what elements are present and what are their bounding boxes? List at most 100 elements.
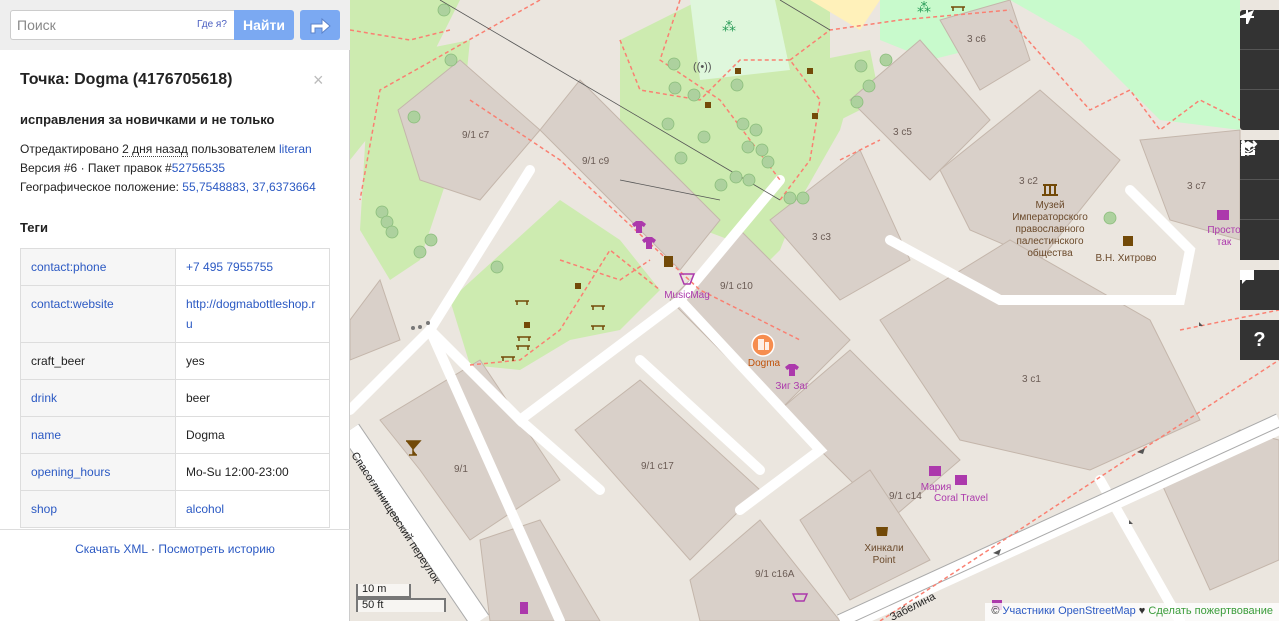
download-xml-link[interactable]: Скачать XML: [75, 542, 148, 556]
travel-agency-icon: [955, 475, 967, 485]
tag-value[interactable]: http://dogmabottleshop.ru: [175, 285, 330, 343]
heart-icon: ♥: [1135, 605, 1149, 617]
building-label: 9/1 с16А: [755, 569, 795, 580]
changeset-link[interactable]: 52756535: [172, 161, 225, 175]
building-label: 9/1 с10: [720, 281, 753, 292]
share-button[interactable]: [1240, 140, 1279, 260]
poi-label: Point: [873, 555, 896, 566]
add-note-button[interactable]: [1240, 270, 1279, 310]
poi-label: Dogma: [748, 358, 781, 369]
building-label: 3 с5: [893, 127, 912, 138]
tag-value: Mo-Su 12:00-23:00: [175, 453, 330, 491]
tag-value: beer: [175, 379, 330, 417]
tag-key: craft_beer: [20, 342, 176, 380]
sidebar: Где я? Найти Точка: Dogma (4176705618) ×…: [0, 0, 350, 621]
antenna-icon: ((•)): [693, 61, 712, 73]
poi-label: так: [1217, 237, 1232, 248]
waste-basket-icon: [664, 256, 673, 267]
edited-line: Отредактировано 2 дня назад пользователе…: [20, 142, 312, 157]
poi-label: Музей: [1035, 200, 1064, 211]
table-row: name Dogma: [20, 416, 330, 454]
building-label: 3 с6: [967, 34, 986, 45]
tag-key[interactable]: opening_hours: [20, 453, 176, 491]
footer-links: Скачать XML · Посмотреть историю: [0, 542, 350, 556]
locate-button[interactable]: [1240, 10, 1279, 130]
map-tools: [1240, 140, 1279, 260]
poi-label: Императорского: [1012, 212, 1088, 223]
donate-link[interactable]: Сделать пожертвование: [1148, 605, 1273, 617]
directions-button[interactable]: [300, 10, 340, 40]
tags-heading: Теги: [20, 220, 48, 235]
gift-shop-icon: [1217, 210, 1229, 220]
tag-value[interactable]: +7 495 7955755: [175, 248, 330, 286]
view-history-link[interactable]: Посмотреть историю: [158, 542, 275, 556]
zoom-out-button[interactable]: [1240, 16, 1279, 90]
table-row: drink beer: [20, 379, 330, 417]
poi-label: Мария: [921, 482, 952, 493]
search-button[interactable]: Найти: [234, 10, 294, 40]
poi-label: Просто: [1207, 225, 1241, 236]
edited-time: 2 дня назад: [122, 142, 188, 157]
tag-key[interactable]: contact:website: [20, 285, 176, 343]
building-label: 3 с2: [1019, 176, 1038, 187]
info-button[interactable]: [1240, 140, 1279, 220]
where-am-i-link[interactable]: Где я?: [197, 19, 227, 30]
dogma-marker[interactable]: [751, 333, 775, 357]
divider: [0, 529, 350, 530]
building-label: 9/1 с9: [582, 156, 610, 167]
search-bar: Где я? Найти: [0, 0, 350, 50]
map-view[interactable]: 9/1 с7 9/1 с9 9/1 с10 9/1 9/1 с17 9/1 с1…: [350, 0, 1279, 621]
locate-icon: [1240, 10, 1254, 24]
building-label: 9/1 с7: [462, 130, 490, 141]
table-row: shop alcohol: [20, 490, 330, 528]
note-icon: [1240, 270, 1254, 284]
wine-shop-icon: [520, 602, 528, 614]
version-text: Версия #6 · Пакет правок #: [20, 161, 172, 175]
location-link[interactable]: 55,7548883, 37,6373664: [182, 180, 315, 194]
building-label: 3 с3: [812, 232, 831, 243]
poi-label: В.Н. Хитрово: [1096, 253, 1157, 264]
tag-value: yes: [175, 342, 330, 380]
footer-separator: ·: [147, 542, 159, 556]
share-icon: [1241, 140, 1258, 155]
map-canvas[interactable]: 9/1 с7 9/1 с9 9/1 с10 9/1 9/1 с17 9/1 с1…: [350, 0, 1279, 621]
version-line: Версия #6 · Пакет правок #52756535: [20, 161, 225, 175]
help-icon: ?: [1253, 328, 1266, 351]
poi-label: палестинского: [1016, 236, 1084, 247]
help-controls: ?: [1240, 320, 1279, 360]
close-icon[interactable]: ×: [313, 70, 324, 91]
user-link[interactable]: literan: [279, 142, 312, 156]
playground-icon: ⁂: [722, 18, 736, 34]
museum-icon: [1042, 184, 1058, 196]
tag-key[interactable]: drink: [20, 379, 176, 417]
poi-label: MusicMag: [664, 290, 710, 301]
poi-label: общества: [1027, 247, 1073, 259]
edited-by-text: пользователем: [187, 142, 279, 156]
edited-prefix: Отредактировано: [20, 142, 123, 156]
poi-label: Зиг Заг: [775, 381, 809, 392]
app: Где я? Найти Точка: Dogma (4176705618) ×…: [0, 0, 1279, 621]
zoom-controls: [1240, 10, 1279, 130]
osm-contributors-link[interactable]: Участники OpenStreetMap: [1002, 605, 1135, 617]
table-row: opening_hours Mo-Su 12:00-23:00: [20, 453, 330, 491]
memorial-icon: [1123, 236, 1133, 246]
tag-value[interactable]: alcohol: [175, 490, 330, 528]
poi-label: Coral Travel: [934, 493, 988, 504]
tag-key[interactable]: contact:phone: [20, 248, 176, 286]
tags-table: contact:phone +7 495 7955755 contact:web…: [20, 248, 330, 528]
note-controls: [1240, 270, 1279, 310]
scale-bar: 10 m 50 ft: [356, 584, 446, 612]
location-label: Географическое положение:: [20, 180, 183, 194]
travel-agency-icon: [929, 466, 941, 476]
help-button[interactable]: ?: [1240, 320, 1279, 360]
building-label: 9/1 с14: [889, 491, 922, 502]
tag-value: Dogma: [175, 416, 330, 454]
scale-imperial: 50 ft: [356, 598, 446, 612]
building-label: 9/1: [454, 464, 468, 475]
tag-key[interactable]: shop: [20, 490, 176, 528]
poi-label: Хинкали: [864, 543, 903, 554]
tag-key[interactable]: name: [20, 416, 176, 454]
cafe-icon: [876, 527, 888, 536]
playground-icon: ⁂: [917, 0, 931, 15]
attribution-copy: ©: [991, 605, 1003, 617]
